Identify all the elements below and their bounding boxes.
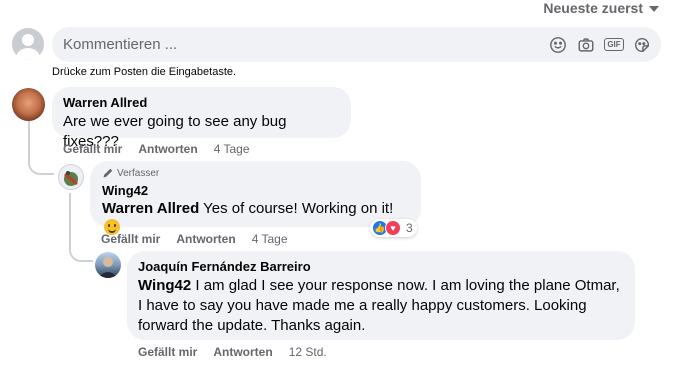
reply-button[interactable]: Antworten — [213, 345, 272, 359]
mention-link[interactable]: Warren Allred — [102, 200, 199, 217]
comment-line: I am glad I see your response now. I am … — [195, 277, 620, 294]
reply-button[interactable]: Antworten — [138, 142, 197, 156]
comment-bubble: Warren Allred Are we ever going to see a… — [52, 87, 351, 150]
comment-timestamp[interactable]: 12 Std. — [289, 345, 327, 359]
comment-timestamp[interactable]: 4 Tage — [214, 142, 250, 156]
comment-timestamp[interactable]: 4 Tage — [252, 232, 288, 246]
mention-link[interactable]: Wing42 — [138, 277, 191, 294]
author-badge: Verfasser — [102, 167, 409, 179]
comment-line: forward the update. Thanks again. — [138, 317, 366, 334]
caret-down-icon — [649, 6, 659, 12]
comment-input[interactable]: Kommentieren ... — [63, 36, 549, 53]
pencil-icon — [103, 168, 113, 178]
comment-bubble: Joaquín Fernández Barreiro Wing42 I am g… — [127, 251, 635, 340]
comment-author[interactable]: Warren Allred — [63, 95, 340, 110]
sort-dropdown[interactable]: Neueste zuerst — [543, 0, 659, 16]
comment-composer[interactable]: Kommentieren ... GIF — [52, 27, 661, 62]
current-user-avatar — [12, 28, 44, 60]
avatar-warren-allred[interactable] — [12, 88, 45, 121]
reaction-count: 3 — [406, 221, 413, 235]
comment-body: Yes of course! Working on it! — [203, 200, 394, 217]
smile-icon[interactable] — [549, 36, 567, 54]
like-button[interactable]: Gefällt mir — [63, 142, 122, 156]
sort-label: Neueste zuerst — [543, 0, 643, 16]
avatar-joaquin-fernandez-barreiro[interactable] — [95, 252, 121, 278]
reply-button[interactable]: Antworten — [176, 232, 235, 246]
camera-icon[interactable] — [577, 36, 595, 54]
comment-text: Wing42 I am glad I see your response now… — [138, 276, 624, 336]
reaction-summary[interactable]: 👍 ♥ 3 — [370, 219, 417, 237]
comment-author[interactable]: Joaquín Fernández Barreiro — [138, 259, 624, 274]
comment-line: I have to say you have made me a really … — [138, 297, 587, 314]
thread-connector — [69, 240, 93, 262]
comment-author[interactable]: Wing42 — [102, 183, 409, 198]
like-button[interactable]: Gefällt mir — [138, 345, 197, 359]
avatar-wing42[interactable] — [58, 164, 84, 190]
sticker-icon[interactable] — [633, 36, 651, 54]
love-reaction-icon: ♥ — [385, 220, 401, 236]
composer-hint: Drücke zum Posten die Eingabetaste. — [52, 66, 237, 78]
thread-line — [69, 193, 71, 243]
author-badge-label: Verfasser — [117, 167, 160, 179]
comment-actions: Gefällt mir Antworten 12 Std. — [138, 345, 327, 359]
comment-bubble: Verfasser Wing42 Warren Allred Yes of co… — [90, 161, 421, 235]
gif-icon[interactable]: GIF — [604, 36, 624, 54]
thread-connector — [28, 155, 54, 175]
like-button[interactable]: Gefällt mir — [101, 232, 160, 246]
comment-actions: Gefällt mir Antworten 4 Tage — [101, 232, 288, 246]
comment-actions: Gefällt mir Antworten 4 Tage — [63, 142, 250, 156]
